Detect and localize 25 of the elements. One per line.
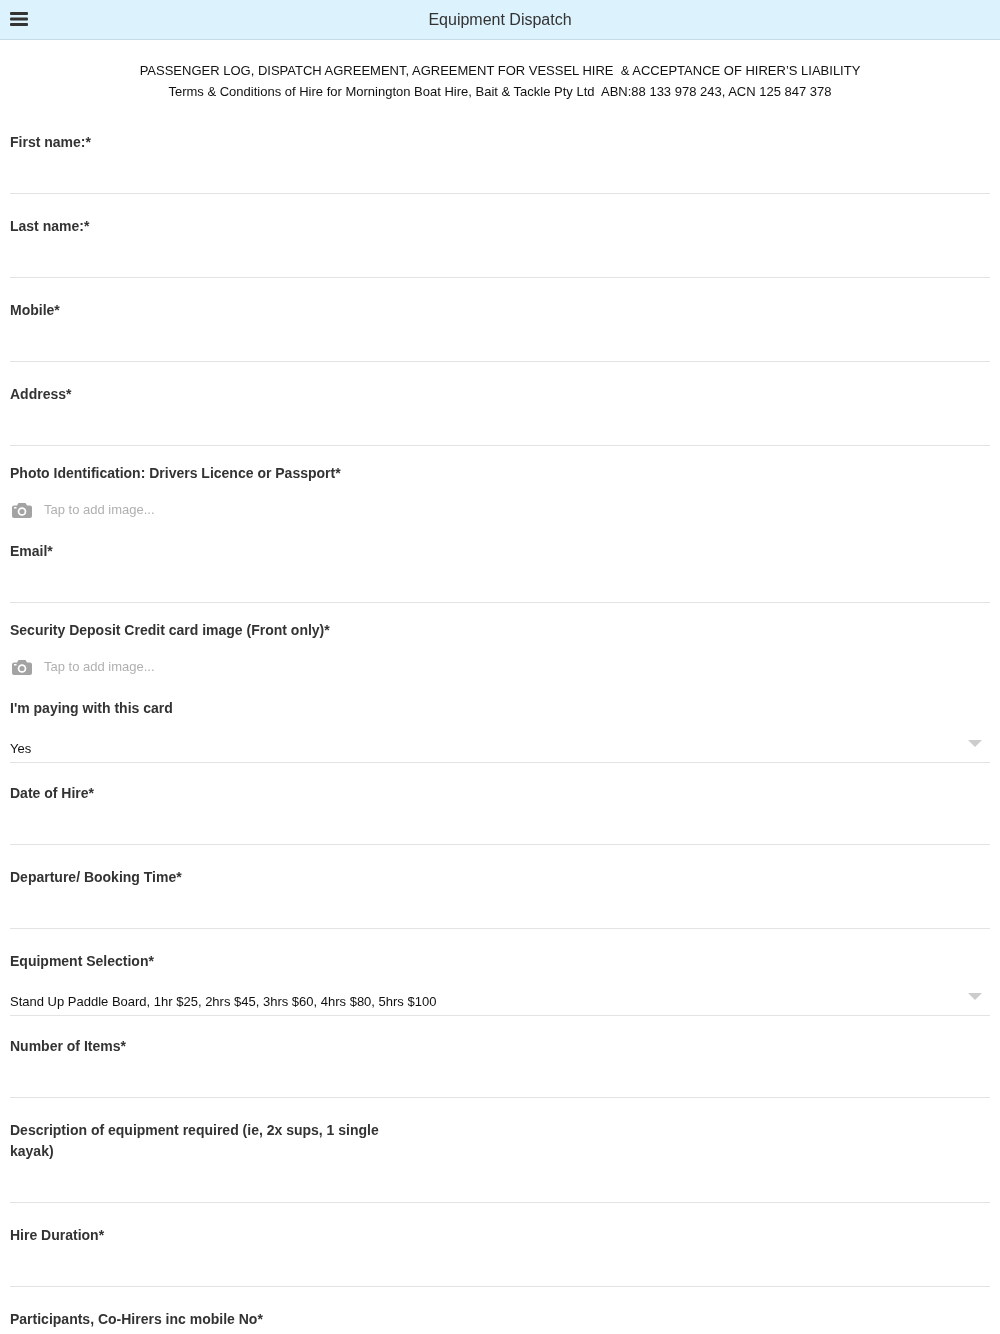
dropdown-field[interactable]: Stand Up Paddle Board, 1hr $25, 2hrs $45, 3hrs $60, 4hrs $80, 5hrs $100 [10, 972, 990, 1016]
field-label: Last name:* [10, 217, 90, 236]
field-label: Date of Hire* [10, 784, 95, 803]
camera-icon [12, 502, 32, 518]
menu-icon[interactable] [10, 12, 28, 26]
field-label: Description of equipment required (ie, 2x sups, 1 single kayak) [10, 1121, 380, 1161]
field-label: Security Deposit Credit card image (Front only)* [10, 621, 330, 640]
field-label: Email* [10, 542, 53, 561]
terms-line: Terms & Conditions of Hire for Mornington Boat Hire, Bait & Tackle Pty Ltd ABN:88 133 978 243, ACN 125 847 378 [167, 83, 833, 101]
camera-icon [12, 659, 32, 675]
caret-icon [968, 993, 982, 1000]
field-label: Number of Items* [10, 1037, 126, 1056]
field-label: Departure/ Booking Time* [10, 868, 182, 887]
page-title: Equipment Dispatch [428, 9, 572, 30]
field-label: Photo Identification: Drivers Licence or Passport* [10, 464, 341, 483]
field-label: I'm paying with this card [10, 699, 173, 718]
field-label: First name:* [10, 133, 91, 152]
field-label: Equipment Selection* [10, 952, 154, 971]
caret-icon [968, 740, 982, 747]
field-label: Participants, Co-Hirers inc mobile No* [10, 1310, 263, 1329]
field-label: Hire Duration* [10, 1226, 105, 1245]
dropdown-field[interactable]: Yes [10, 719, 990, 763]
field-label: Mobile* [10, 301, 60, 320]
field-label: Address* [10, 385, 72, 404]
agreement-heading: PASSENGER LOG, DISPATCH AGREEMENT, AGREEMENT FOR VESSEL HIRE & ACCEPTANCE OF HIRER’S LIABILITY [138, 62, 862, 80]
